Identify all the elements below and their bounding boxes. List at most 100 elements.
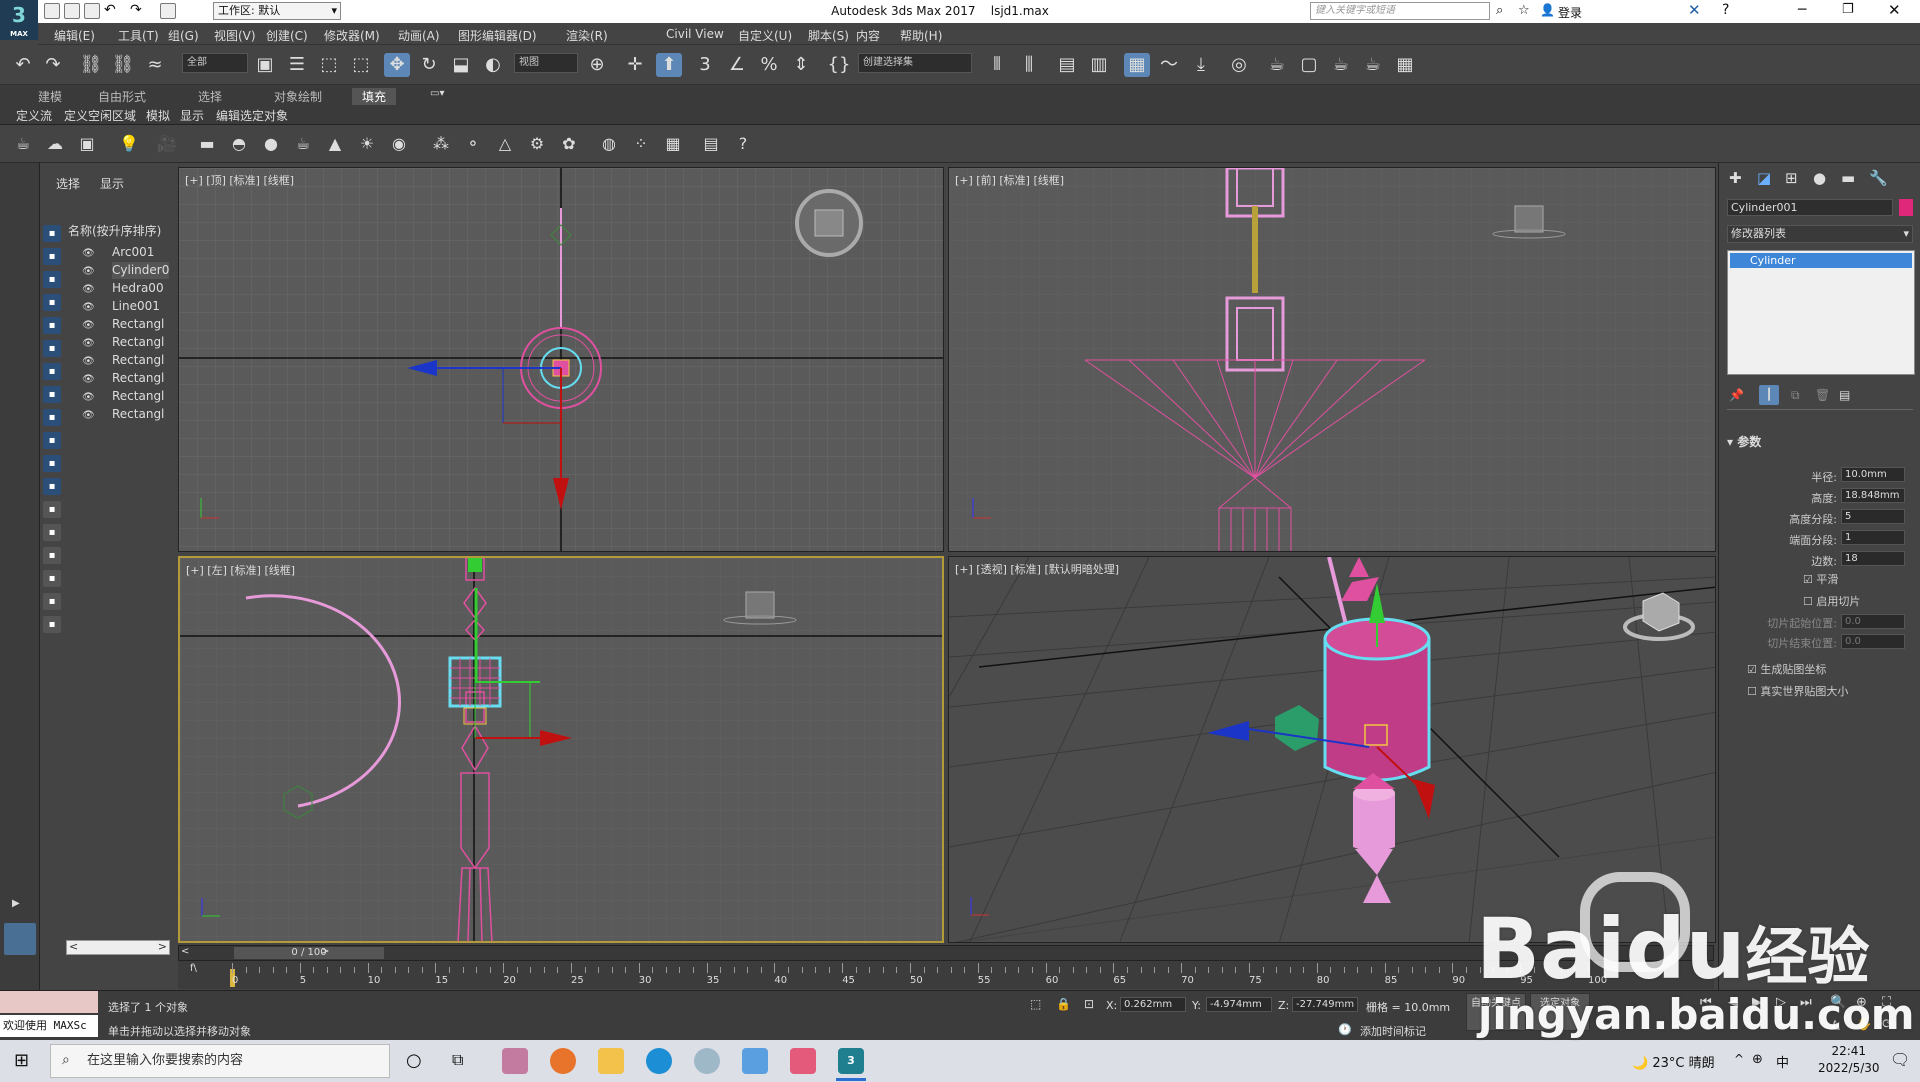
scene-list-item[interactable]: 👁 Rectangl xyxy=(82,370,164,387)
a360-render-icon[interactable]: ▦ xyxy=(1392,53,1418,77)
scene-list-item[interactable]: 👁 Arc001 xyxy=(82,244,154,261)
named-selection-dropdown[interactable]: 创建选择集 xyxy=(858,53,972,73)
scene-list-item[interactable]: 👁 Rectangl xyxy=(82,316,164,333)
slice-from-field[interactable]: 0.0 xyxy=(1841,614,1905,629)
scene-list-item[interactable]: 👁 Line001 xyxy=(82,298,160,315)
visibility-eye-icon[interactable]: 👁 xyxy=(82,335,95,352)
unlink-icon[interactable]: ⛓ xyxy=(110,53,136,77)
help-search-input[interactable]: 键入关键字或短语 xyxy=(1310,2,1490,20)
smooth-checkbox[interactable]: ☑ 平滑 xyxy=(1803,571,1838,587)
menu-4[interactable]: 创建(C) xyxy=(266,27,308,44)
y-coord-field[interactable]: -4.974mm xyxy=(1206,997,1272,1012)
z-coord-field[interactable]: -27.749mm xyxy=(1292,997,1358,1012)
visibility-eye-icon[interactable]: 👁 xyxy=(82,353,95,370)
ribbon-sub-4[interactable]: 编辑选定对象 xyxy=(216,107,288,124)
scene-explorer-icon[interactable]: ▤ xyxy=(1054,53,1080,77)
viewport-top-label[interactable]: [+] [顶] [标准] [线框] xyxy=(185,172,294,188)
gen-mapping-checkbox[interactable]: ☑ 生成贴图坐标 xyxy=(1747,661,1826,677)
plant-icon[interactable]: ✿ xyxy=(558,133,580,155)
render-setup-icon[interactable]: ☕ xyxy=(1264,53,1290,77)
menu-8[interactable]: 渲染(R) xyxy=(566,27,608,44)
plane-icon[interactable]: ▬ xyxy=(196,133,218,155)
tray-up-icon[interactable]: ^ xyxy=(1734,1052,1744,1066)
reference-coordinate-dropdown[interactable]: 视图 xyxy=(514,53,578,73)
modifier-stack-item[interactable]: Cylinder xyxy=(1730,253,1912,268)
rendered-image-icon[interactable]: ▣ xyxy=(76,133,98,155)
x-coord-field[interactable]: 0.262mm xyxy=(1120,997,1186,1012)
maximize-button[interactable]: ❐ xyxy=(1842,2,1854,17)
slice-on-checkbox[interactable]: ☐ 启用切片 xyxy=(1803,593,1860,609)
utilities-tab-icon[interactable]: 🔧 xyxy=(1869,169,1888,187)
globe-icon[interactable]: ◍ xyxy=(598,133,620,155)
menu-9[interactable]: Civil View xyxy=(666,27,724,41)
curve-editor-icon[interactable]: 〜 xyxy=(1156,53,1182,77)
isolate-icon[interactable]: ⬚ xyxy=(1030,997,1041,1011)
app-paint-icon[interactable] xyxy=(502,1048,528,1074)
scene-list-item[interactable]: 👁 Cylinder0 xyxy=(82,262,170,280)
scene-filter-hidden-icon[interactable]: ▪ xyxy=(43,501,61,518)
weather-widget[interactable]: 🌙 23°C 晴朗 xyxy=(1632,1052,1715,1071)
visibility-eye-icon[interactable]: 👁 xyxy=(82,263,95,280)
modifier-list-dropdown[interactable]: 修改器列表 ▾ xyxy=(1727,225,1913,243)
object-name-field[interactable]: Cylinder001 xyxy=(1727,199,1893,216)
menu-5[interactable]: 修改器(M) xyxy=(324,27,380,44)
new-file-icon[interactable] xyxy=(44,3,60,19)
menu-10[interactable]: 自定义(U) xyxy=(738,27,792,44)
scene-list-header[interactable]: 名称(按升序排序) xyxy=(68,222,161,239)
time-slider-thumb[interactable]: 0 / 100 xyxy=(234,947,384,959)
mirror-icon[interactable]: ⫴ xyxy=(984,53,1010,77)
keyboard-shortcut-override-icon[interactable]: ⬆ xyxy=(656,53,682,77)
show-end-result-icon[interactable]: ┃ xyxy=(1759,385,1779,405)
percent-snap-icon[interactable]: % xyxy=(756,53,782,77)
rect-selection-icon[interactable]: ⬚ xyxy=(316,53,342,77)
scene-filter-groups-icon[interactable]: ▪ xyxy=(43,363,61,380)
ribbon-tab-1[interactable]: 自由形式 xyxy=(98,88,146,105)
dome-icon[interactable]: ◓ xyxy=(228,133,250,155)
pivot-center-icon[interactable]: ⊕ xyxy=(584,53,610,77)
viewport-persp-label[interactable]: [+] [透视] [标准] [默认明暗处理] xyxy=(955,561,1119,577)
ribbon-sub-3[interactable]: 显示 xyxy=(180,107,204,124)
viewport-top[interactable]: [+] [顶] [标准] [线框] xyxy=(178,167,944,552)
viewport-layout-icon[interactable] xyxy=(4,923,36,955)
lock-selection-icon[interactable]: 🔒 xyxy=(1056,997,1071,1011)
display-tab-icon[interactable]: ▬ xyxy=(1841,169,1855,187)
visibility-eye-icon[interactable]: 👁 xyxy=(82,389,95,406)
teapot-object-icon[interactable]: ☕ xyxy=(292,133,314,155)
bind-space-warp-icon[interactable]: ≈ xyxy=(142,53,168,77)
edge-icon[interactable] xyxy=(646,1048,672,1074)
visibility-eye-icon[interactable]: 👁 xyxy=(82,371,95,388)
absolute-mode-icon[interactable]: ⊡ xyxy=(1084,997,1094,1011)
exchange-x-icon[interactable]: ✕ xyxy=(1688,1,1701,19)
add-time-tag[interactable]: 添加时间标记 xyxy=(1360,1023,1426,1039)
parameters-rollout[interactable]: ▾ 参数 xyxy=(1727,433,1761,450)
scene-tab-display[interactable]: 显示 xyxy=(100,175,124,192)
scene-filter-containers-icon[interactable]: ▪ xyxy=(43,432,61,449)
workspace-dropdown[interactable]: 工作区: 默认 ▾ xyxy=(213,2,341,20)
file-explorer-icon[interactable] xyxy=(598,1048,624,1074)
scene-filter-hierarchy-icon[interactable]: ▪ xyxy=(43,570,61,587)
scene-filter-xrefs-icon[interactable]: ▪ xyxy=(43,386,61,403)
menu-3[interactable]: 视图(V) xyxy=(214,27,256,44)
configure-modifier-icon[interactable]: ▤ xyxy=(1839,388,1850,402)
ribbon-tab-4[interactable]: 填充 xyxy=(352,88,397,105)
cone-icon[interactable]: ▲ xyxy=(324,133,346,155)
scene-filter-geometry-icon[interactable]: ▪ xyxy=(43,225,61,242)
selection-filter-dropdown[interactable]: 全部 xyxy=(182,53,248,73)
scene-tab-select[interactable]: 选择 xyxy=(56,175,80,192)
app-logo[interactable]: 3 MAX xyxy=(0,0,38,40)
ime-indicator[interactable]: 中 xyxy=(1776,1052,1789,1071)
scene-filter-spacewarps-icon[interactable]: ▪ xyxy=(43,340,61,357)
scene-filter-particles-icon[interactable]: ▪ xyxy=(43,455,61,472)
scene-filter-cameras-icon[interactable]: ▪ xyxy=(43,294,61,311)
minimize-button[interactable]: ─ xyxy=(1798,2,1806,18)
scene-filter-lights-icon[interactable]: ▪ xyxy=(43,271,61,288)
select-move-icon[interactable]: ✥ xyxy=(384,53,410,77)
help-circle-icon[interactable]: ? xyxy=(732,133,754,155)
param-spinner[interactable]: 10.0mm xyxy=(1841,467,1905,482)
angle-snap-icon[interactable]: ∠ xyxy=(724,53,750,77)
scene-list-item[interactable]: 👁 Rectangl xyxy=(82,352,164,369)
motion-tab-icon[interactable]: ● xyxy=(1813,169,1826,187)
open-file-icon[interactable] xyxy=(64,3,80,19)
script-icon[interactable]: ▤ xyxy=(700,133,722,155)
maxscript-mini-listener[interactable]: 欢迎使用 MAXSc xyxy=(0,1015,98,1037)
